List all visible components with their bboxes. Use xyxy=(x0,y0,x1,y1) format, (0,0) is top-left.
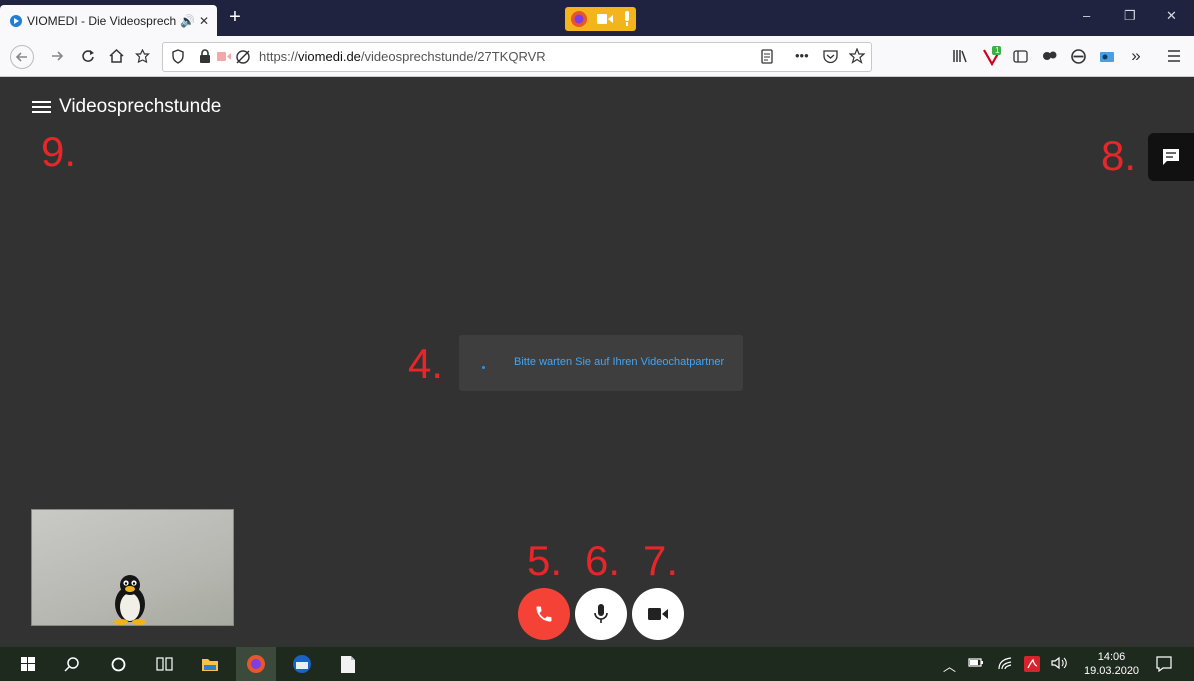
viomedi-favicon-icon xyxy=(10,14,22,27)
page-actions-icon[interactable]: ••• xyxy=(795,48,809,63)
camera-button[interactable] xyxy=(632,588,684,640)
thunderbird-icon[interactable] xyxy=(282,647,322,681)
search-icon[interactable] xyxy=(52,647,92,681)
video-camera-icon xyxy=(648,608,668,620)
tray-expand-icon[interactable]: ︿ xyxy=(943,656,956,675)
clock-date: 19.03.2020 xyxy=(1084,665,1140,677)
firefox-icon xyxy=(570,11,587,27)
phone-icon xyxy=(536,606,552,622)
annotation-4: 4. xyxy=(408,340,444,387)
annotation-6: 6. xyxy=(585,537,621,584)
url-text[interactable]: https://viomedi.de/videosprechstunde/27T… xyxy=(259,49,546,64)
new-tab-button[interactable]: + xyxy=(225,3,245,31)
reload-icon[interactable] xyxy=(78,46,98,66)
cortana-icon[interactable] xyxy=(98,647,138,681)
screenshot-extension-icon[interactable] xyxy=(1097,46,1117,66)
window-restore-button[interactable]: ❐ xyxy=(1124,8,1136,24)
annotation-7: 7. xyxy=(643,537,679,584)
document-app-icon[interactable] xyxy=(328,647,368,681)
annotation-9: 9. xyxy=(41,128,77,175)
reader-view-icon[interactable] xyxy=(761,49,773,64)
chat-toggle-button[interactable] xyxy=(1148,133,1194,181)
hangup-button[interactable] xyxy=(518,588,570,640)
windows-start-icon[interactable] xyxy=(8,647,48,681)
camera-sharing-icon xyxy=(596,14,613,24)
loading-spinner xyxy=(482,366,485,369)
notification-center-icon[interactable] xyxy=(1156,656,1172,675)
penguin-figure xyxy=(114,575,146,625)
bookmark-manager-icon[interactable] xyxy=(132,46,152,66)
autoplay-blocked-icon[interactable] xyxy=(235,49,251,65)
annotation-8: 8. xyxy=(1101,132,1137,179)
tab-close-icon[interactable]: ✕ xyxy=(199,14,209,28)
microphone-sharing-icon xyxy=(624,11,629,26)
url-path: /videosprechstunde/27TKQRVR xyxy=(360,49,546,64)
extension-puzzle-icon[interactable] xyxy=(1040,46,1060,66)
url-bar[interactable]: https://viomedi.de/videosprechstunde/27T… xyxy=(162,42,872,72)
bookmark-star-icon[interactable] xyxy=(849,48,865,64)
extension-badge: 1 xyxy=(995,46,1000,55)
url-prefix: https:// xyxy=(259,49,299,64)
waiting-message: Bitte warten Sie auf Ihren Videochatpart… xyxy=(514,356,725,368)
file-explorer-icon[interactable] xyxy=(190,647,230,681)
system-clock[interactable]: 14:06 19.03.2020 xyxy=(1084,650,1139,678)
volume-icon[interactable] xyxy=(1051,656,1067,673)
pocket-icon[interactable] xyxy=(823,49,838,64)
clock-time: 14:06 xyxy=(1097,651,1126,663)
forward-arrow-icon[interactable] xyxy=(47,46,67,66)
app-menu-icon[interactable] xyxy=(32,101,51,114)
tab-title: VIOMEDI - Die Videosprech xyxy=(27,13,176,28)
battery-icon[interactable] xyxy=(968,656,984,671)
browser-nav-bar: https://viomedi.de/videosprechstunde/27T… xyxy=(0,36,1194,77)
back-arrow-icon[interactable] xyxy=(10,45,34,69)
wifi-icon[interactable] xyxy=(997,656,1013,673)
task-view-icon[interactable] xyxy=(144,647,184,681)
page-title: Videosprechstunde xyxy=(59,96,222,117)
ublock-extension-icon[interactable]: 1 xyxy=(982,46,1002,66)
window-close-button[interactable]: ✕ xyxy=(1166,8,1177,24)
chat-icon xyxy=(1163,149,1179,165)
tab-audio-icon[interactable]: 🔊 xyxy=(180,14,195,28)
waiting-message-box: Bitte warten Sie auf Ihren Videochatpart… xyxy=(459,335,743,391)
url-host: viomedi.de xyxy=(298,49,361,64)
camera-permission-icon[interactable] xyxy=(217,51,231,62)
lock-icon[interactable] xyxy=(199,49,211,63)
firefox-taskbar-icon[interactable] xyxy=(236,647,276,681)
tracking-shield-icon[interactable] xyxy=(171,49,185,64)
sidebar-icon[interactable] xyxy=(1010,46,1030,66)
self-video-preview xyxy=(31,509,234,626)
library-icon[interactable] xyxy=(950,46,970,66)
browser-menu-icon[interactable] xyxy=(1164,46,1184,66)
toolbar-overflow-icon[interactable]: » xyxy=(1126,46,1146,66)
microphone-button[interactable] xyxy=(575,588,627,640)
account-icon[interactable] xyxy=(1068,46,1088,66)
home-icon[interactable] xyxy=(106,46,126,66)
browser-tab[interactable]: VIOMEDI - Die Videosprech 🔊 ✕ xyxy=(0,5,217,36)
window-minimize-button[interactable]: – xyxy=(1083,8,1090,23)
acrobat-icon[interactable] xyxy=(1024,656,1040,675)
windows-taskbar: ︿ 14:06 19.03.2020 xyxy=(0,647,1194,681)
annotation-5: 5. xyxy=(527,537,563,584)
microphone-icon xyxy=(594,604,608,623)
sharing-indicator[interactable] xyxy=(565,7,636,31)
browser-tab-strip: VIOMEDI - Die Videosprech 🔊 ✕ + – ❐ ✕ xyxy=(0,0,1194,36)
